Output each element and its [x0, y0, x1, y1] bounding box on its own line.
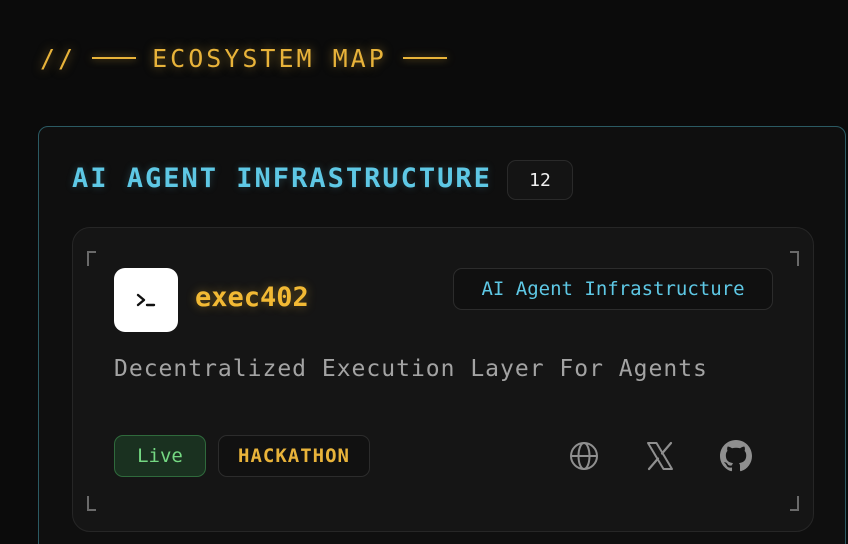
github-link[interactable] [718, 438, 754, 474]
project-name[interactable]: exec402 [195, 282, 309, 313]
section-title: ECOSYSTEM MAP [152, 43, 387, 73]
corner-bracket-top-left [87, 251, 96, 266]
x-link[interactable] [642, 438, 678, 474]
project-description: Decentralized Execution Layer For Agents [114, 356, 708, 382]
github-icon [720, 440, 752, 472]
status-badge: Live [114, 435, 206, 477]
project-card[interactable]: exec402 AI Agent Infrastructure Decentra… [72, 227, 814, 532]
x-icon [647, 441, 673, 471]
heading-dash-left [92, 57, 137, 59]
section-heading: // ECOSYSTEM MAP [40, 38, 463, 78]
corner-bracket-bottom-right [790, 496, 799, 511]
project-logo [114, 268, 178, 332]
ecosystem-page: // ECOSYSTEM MAP AI AGENT INFRASTRUCTURE… [0, 0, 848, 544]
website-link[interactable] [566, 438, 602, 474]
category-panel: AI AGENT INFRASTRUCTURE 12 exec402 AI Ag… [38, 126, 846, 544]
terminal-prompt-icon [136, 293, 156, 307]
globe-icon [570, 442, 598, 470]
category-title: AI AGENT INFRASTRUCTURE [72, 163, 492, 194]
corner-bracket-bottom-left [87, 496, 96, 511]
heading-dash-right [402, 57, 447, 59]
category-count-badge: 12 [507, 160, 573, 200]
source-badge: HACKATHON [218, 435, 370, 477]
corner-bracket-top-right [790, 251, 799, 266]
section-prefix: // [40, 43, 77, 73]
project-category-tag[interactable]: AI Agent Infrastructure [453, 268, 773, 310]
